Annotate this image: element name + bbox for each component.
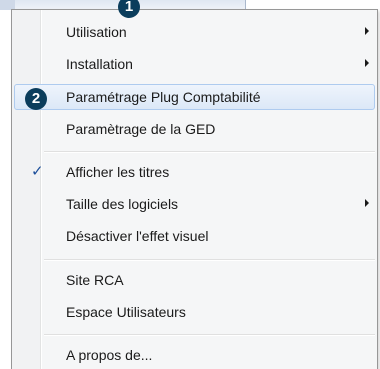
menu-item-label: Désactiver l'effet visuel — [66, 228, 209, 244]
menu-separator — [44, 334, 375, 336]
menu-item-label: Afficher les titres — [66, 164, 170, 180]
menu-item-afficher-titres[interactable]: ✓ Afficher les titres — [14, 159, 375, 185]
menu-item-installation[interactable]: Installation — [14, 51, 375, 77]
submenu-arrow-icon — [365, 27, 369, 35]
menu-item-utilisation[interactable]: Utilisation — [14, 19, 375, 45]
screen: Utilisation Installation Paramétrage Plu… — [0, 0, 380, 369]
menu-separator — [44, 151, 375, 153]
menu-item-label: Paramétrage Plug Comptabilité — [66, 89, 261, 105]
callout-badge-2: 2 — [25, 88, 47, 110]
check-icon: ✓ — [31, 163, 44, 180]
menu-item-label: Site RCA — [66, 272, 124, 288]
menu-item-parametrage-ged[interactable]: Paramètrage de la GED — [14, 116, 375, 142]
menu-item-label: Espace Utilisateurs — [66, 304, 186, 320]
menu-item-site-rca[interactable]: Site RCA — [14, 267, 375, 293]
context-menu: Utilisation Installation Paramétrage Plu… — [11, 9, 378, 369]
menu-item-parametrage-plug-comptabilite[interactable]: Paramétrage Plug Comptabilité — [14, 84, 375, 110]
menu-item-label: Utilisation — [66, 24, 127, 40]
menu-item-label: Installation — [66, 56, 133, 72]
menu-item-taille-logiciels[interactable]: Taille des logiciels — [14, 191, 375, 217]
menu-item-desactiver-effet-visuel[interactable]: Désactiver l'effet visuel — [14, 223, 375, 249]
submenu-arrow-icon — [365, 59, 369, 67]
menu-item-label: A propos de... — [66, 347, 153, 363]
submenu-arrow-icon — [365, 199, 369, 207]
menu-item-label: Taille des logiciels — [66, 196, 179, 212]
menu-item-espace-utilisateurs[interactable]: Espace Utilisateurs — [14, 299, 375, 325]
menu-separator — [44, 259, 375, 261]
menu-item-label: Paramètrage de la GED — [66, 121, 216, 137]
menu-item-a-propos[interactable]: A propos de... — [14, 342, 375, 368]
